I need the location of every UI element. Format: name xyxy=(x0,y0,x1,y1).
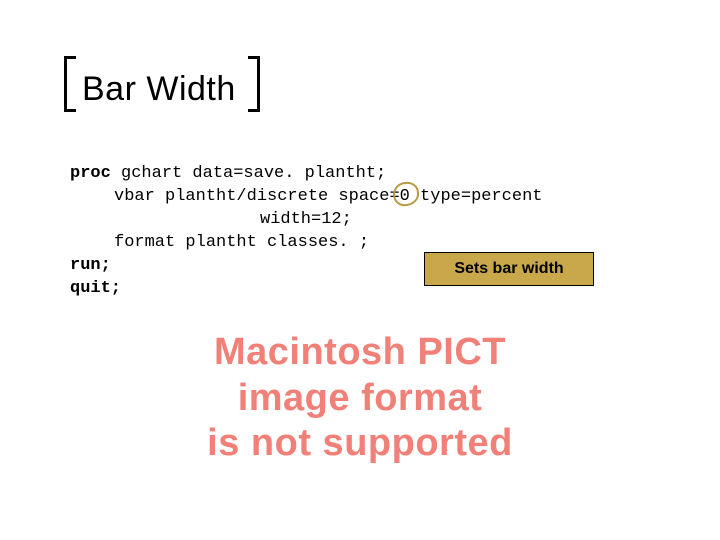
circled-zero: 0 xyxy=(400,186,410,209)
code-kw-proc: proc xyxy=(70,164,111,183)
code-line-3: width=12; xyxy=(260,210,352,229)
error-line-3: is not supported xyxy=(0,421,720,467)
code-line-2a: vbar plantht/discrete space= xyxy=(114,187,400,206)
title-bracket-decor: Bar Width xyxy=(70,60,254,123)
callout-text: Sets bar width xyxy=(454,260,563,278)
code-line-5: run; xyxy=(70,256,111,275)
code-line-6: quit; xyxy=(70,279,121,298)
callout-box: Sets bar width xyxy=(424,252,594,286)
slide: Bar Width proc gchart data=save. plantht… xyxy=(0,0,720,540)
bracket-left-icon xyxy=(64,56,84,112)
code-line-4: format plantht classes. ; xyxy=(114,233,369,252)
error-line-2: image format xyxy=(0,376,720,422)
pict-error-message: Macintosh PICT image format is not suppo… xyxy=(0,330,720,467)
bracket-right-icon xyxy=(240,56,260,112)
error-line-1: Macintosh PICT xyxy=(0,330,720,376)
code-line-1: gchart data=save. plantht; xyxy=(111,164,386,183)
slide-title: Bar Width xyxy=(82,70,236,109)
code-line-2b: type=percent xyxy=(410,187,543,206)
